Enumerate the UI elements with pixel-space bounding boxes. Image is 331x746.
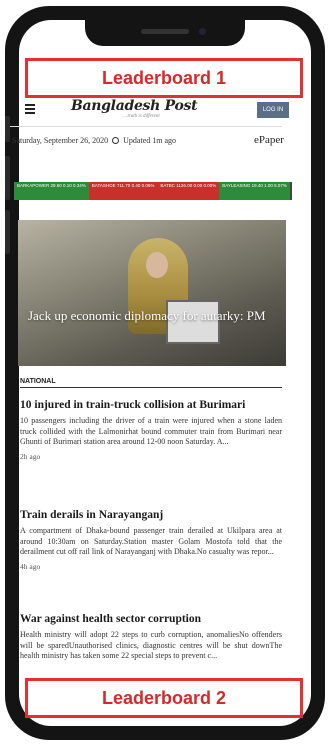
section-divider (20, 387, 282, 388)
article-card[interactable]: War against health sector corruption Hea… (20, 612, 282, 662)
volume-down-button (5, 210, 10, 254)
article-title[interactable]: War against health sector corruption (20, 612, 282, 626)
ticker-item[interactable]: BATASHOE 711.70 0.40 0.06% (88, 182, 158, 200)
header-divider (10, 126, 282, 127)
date-bar: Saturday, September 26, 2020 Updated 1m … (12, 136, 176, 145)
article-summary: A compartment of Dhaka-bound passenger t… (20, 526, 282, 557)
site-logo[interactable]: Bangladesh Post (71, 98, 198, 114)
section-label: NATIONAL (20, 378, 56, 385)
article-card[interactable]: 10 injured in train-truck collision at B… (20, 398, 282, 461)
stock-ticker: BARKAPOWER 29.60 0.10 0.34% BATASHOE 711.… (14, 182, 292, 200)
hero-image[interactable] (18, 220, 286, 366)
login-button[interactable]: LOG IN (257, 102, 289, 118)
ticker-item[interactable]: BARKAPOWER 29.60 0.10 0.34% (14, 182, 89, 200)
notch (85, 20, 245, 46)
site-header: Bangladesh Post …truth is different LOG … (19, 92, 311, 126)
hero-face (146, 252, 168, 278)
article-time: 4h ago (20, 561, 41, 571)
ticker-item[interactable]: BAYLEASING 19.40 1.00 5.07% (219, 182, 290, 200)
menu-icon[interactable] (25, 104, 35, 114)
clock-icon (112, 137, 120, 144)
side-button (5, 116, 10, 142)
speaker (141, 29, 189, 34)
hero-headline[interactable]: Jack up economic diplomacy for autarky: … (28, 308, 276, 324)
volume-up-button (5, 156, 10, 200)
article-summary: Health ministry will adopt 22 steps to c… (20, 630, 282, 661)
front-camera (199, 28, 206, 35)
article-summary: 10 passengers including the driver of a … (20, 416, 282, 447)
article-title[interactable]: Train derails in Narayanganj (20, 508, 282, 522)
leaderboard-bottom[interactable]: Leaderboard 2 (25, 678, 303, 718)
article-time: 2h ago (20, 451, 41, 461)
updated-time: Updated 1m ago (123, 136, 177, 145)
ticker-item[interactable]: BATBC 1126.00 0.00 0.00% (157, 182, 220, 200)
article-title[interactable]: 10 injured in train-truck collision at B… (20, 398, 282, 412)
site-tagline: …truth is different (123, 114, 160, 119)
ticker-item[interactable]: BBS 16.4 (289, 182, 292, 200)
article-card[interactable]: Train derails in Narayanganj A compartme… (20, 508, 282, 571)
current-date: Saturday, September 26, 2020 (12, 136, 109, 145)
epaper-link[interactable]: ePaper (254, 134, 284, 146)
